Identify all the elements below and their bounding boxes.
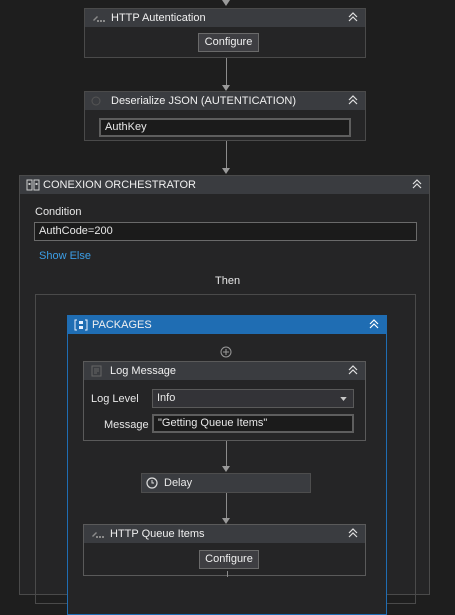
http-queue-title: HTTP Queue Items xyxy=(110,528,205,540)
delay-title: Delay xyxy=(164,477,193,489)
log-message-title: Log Message xyxy=(110,365,177,377)
http-auth-title: HTTP Autentication xyxy=(111,12,206,24)
deserialize-activity[interactable]: Deserialize JSON (AUTENTICATION) AuthKey xyxy=(84,91,366,141)
message-label: Message xyxy=(104,419,149,431)
http-auth-activity[interactable]: HTTP Autentication Configure xyxy=(84,8,366,58)
connector-arrow xyxy=(222,466,230,472)
orchestrator-icon xyxy=(26,179,40,191)
orchestrator-header[interactable]: CONEXION ORCHESTRATOR xyxy=(20,176,429,194)
connector-arrow xyxy=(222,168,230,174)
show-else-link[interactable]: Show Else xyxy=(39,250,91,262)
collapse-icon[interactable] xyxy=(347,527,359,539)
orchestrator-title: CONEXION ORCHESTRATOR xyxy=(43,179,196,191)
deserialize-title: Deserialize JSON (AUTENTICATION) xyxy=(111,95,296,107)
connector xyxy=(226,141,227,169)
log-level-label: Log Level xyxy=(91,393,139,405)
http-queue-header[interactable]: HTTP Queue Items xyxy=(84,525,365,543)
deserialize-header[interactable]: Deserialize JSON (AUTENTICATION) xyxy=(85,92,365,110)
connector-arrow xyxy=(222,0,230,6)
packages-activity[interactable]: PACKAGES Log Message Log Level Info Mess… xyxy=(67,315,387,615)
orchestrator-activity[interactable]: CONEXION ORCHESTRATOR Condition AuthCode… xyxy=(19,175,430,615)
collapse-icon[interactable] xyxy=(347,364,359,376)
http-icon xyxy=(93,16,105,22)
delay-icon xyxy=(146,477,158,489)
http-queue-activity[interactable]: HTTP Queue Items Configure xyxy=(83,524,366,577)
collapse-icon[interactable] xyxy=(368,318,380,330)
log-message-activity[interactable]: Log Message Log Level Info Message "Gett… xyxy=(83,361,366,441)
log-message-header[interactable]: Log Message xyxy=(84,362,365,380)
deserialize-icon xyxy=(91,96,101,106)
delay-activity[interactable]: Delay xyxy=(141,473,311,493)
then-label: Then xyxy=(215,275,241,287)
configure-button[interactable]: Configure xyxy=(199,550,259,569)
http-icon xyxy=(92,532,104,538)
add-icon[interactable] xyxy=(220,346,232,358)
packages-header[interactable]: PACKAGES xyxy=(68,316,386,334)
connector xyxy=(226,441,227,467)
dropdown-icon[interactable] xyxy=(340,397,347,401)
connector xyxy=(226,493,227,519)
connector xyxy=(227,571,228,577)
log-level-select[interactable]: Info xyxy=(152,389,354,408)
then-container: PACKAGES Log Message Log Level Info Mess… xyxy=(35,294,416,615)
condition-label: Condition xyxy=(35,206,82,218)
message-input[interactable]: "Getting Queue Items" xyxy=(152,414,354,433)
log-icon xyxy=(91,365,102,377)
collapse-icon[interactable] xyxy=(347,11,359,23)
deserialize-input-field[interactable]: AuthKey xyxy=(99,118,351,137)
configure-button[interactable]: Configure xyxy=(198,33,259,52)
connector xyxy=(226,58,227,86)
collapse-icon[interactable] xyxy=(347,94,359,106)
log-level-value: Info xyxy=(157,392,176,404)
condition-input[interactable]: AuthCode=200 xyxy=(34,222,417,241)
collapse-icon[interactable] xyxy=(411,178,423,190)
packages-title: PACKAGES xyxy=(92,319,152,331)
packages-icon xyxy=(74,319,88,331)
http-auth-header[interactable]: HTTP Autentication xyxy=(85,9,365,27)
